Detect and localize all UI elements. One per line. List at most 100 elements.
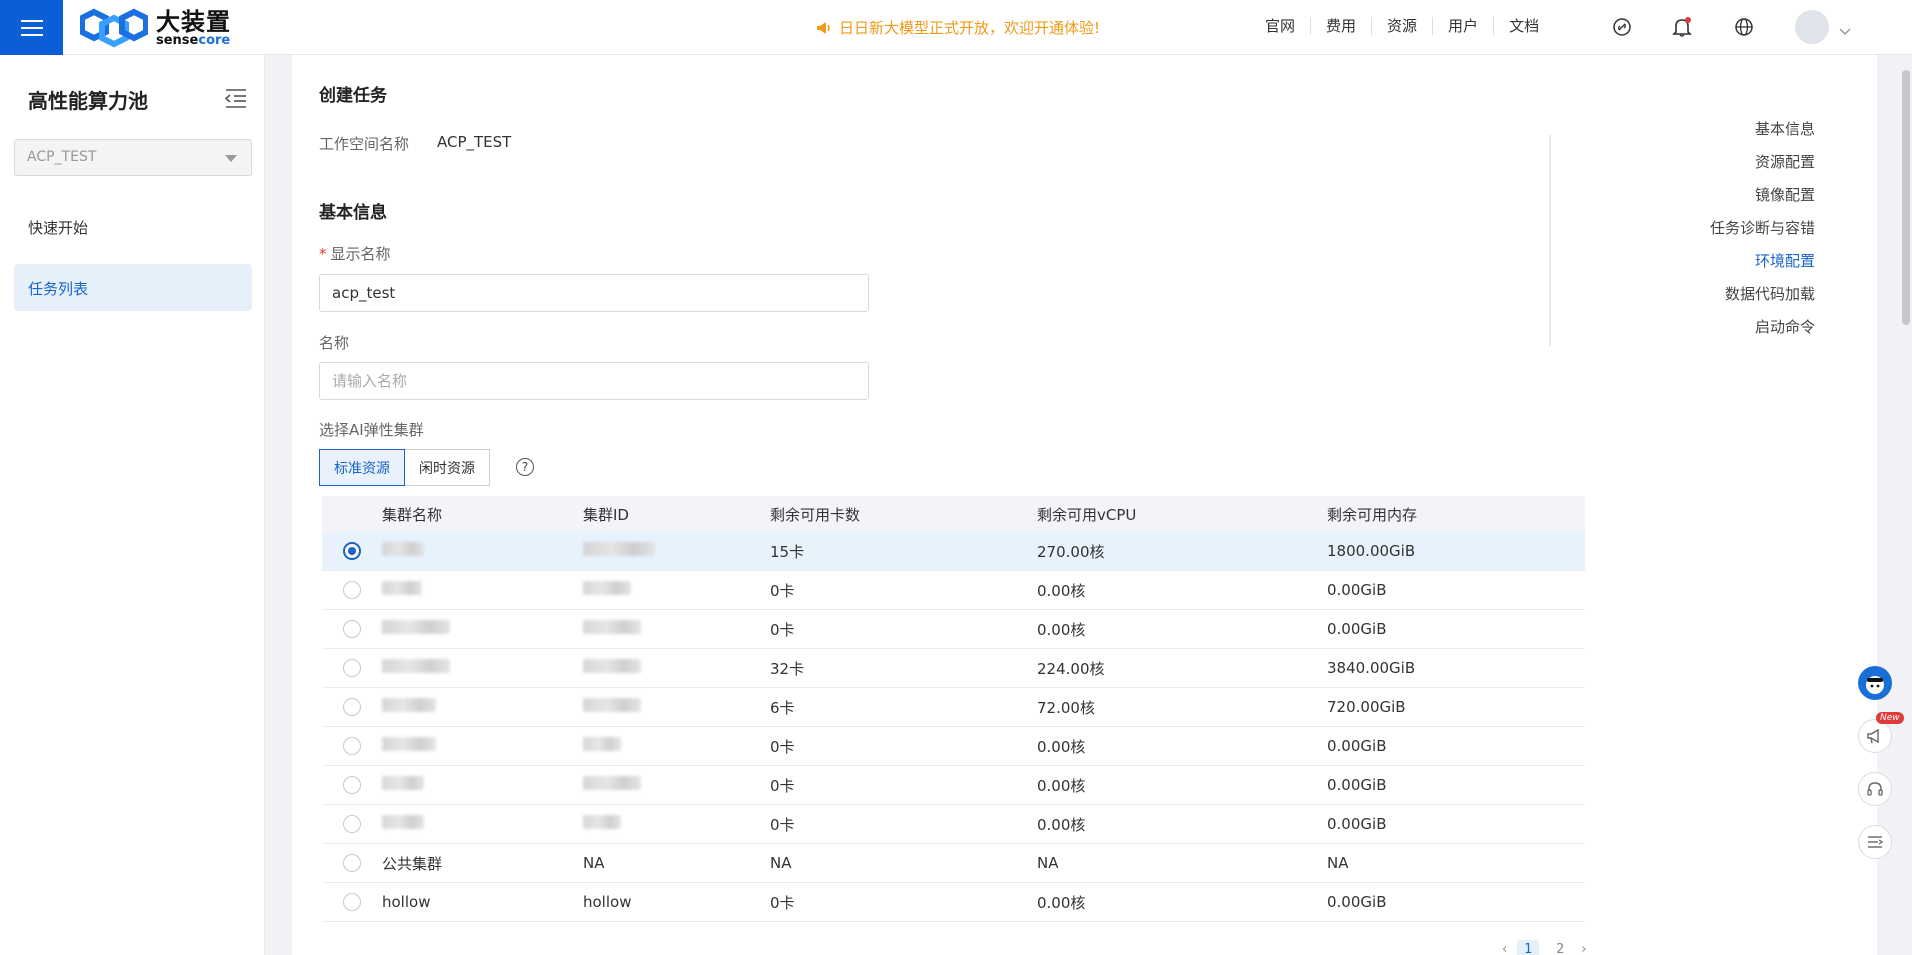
redacted-id: [583, 581, 631, 595]
redacted-id: [583, 659, 641, 673]
cell-memory: 0.00GiB: [1327, 776, 1387, 794]
nav-official-site[interactable]: 官网: [1250, 17, 1312, 35]
cell-cluster-id: hollow: [583, 893, 632, 911]
table-row[interactable]: 15卡 270.00核 1800.00GiB: [322, 532, 1585, 571]
megaphone-icon[interactable]: [1858, 719, 1892, 753]
assistant-mascot-icon[interactable]: [1858, 666, 1892, 700]
table-row[interactable]: hollow hollow 0卡 0.00核 0.00GiB: [322, 883, 1585, 922]
table-row[interactable]: 0卡 0.00核 0.00GiB: [322, 805, 1585, 844]
row-radio[interactable]: [343, 620, 361, 638]
cell-cards: 32卡: [770, 659, 805, 678]
workspace-select-value: ACP_TEST: [27, 149, 97, 165]
user-avatar[interactable]: [1795, 10, 1829, 44]
table-row[interactable]: 0卡 0.00核 0.00GiB: [322, 571, 1585, 610]
announcement-text: 日日新大模型正式开放，欢迎开通体验!: [839, 19, 1101, 37]
cell-memory: 0.00GiB: [1327, 581, 1387, 599]
sidebar: 高性能算力池 ACP_TEST 快速开始 任务列表: [0, 55, 265, 955]
cell-vcpu: 0.00核: [1037, 776, 1086, 795]
table-row[interactable]: 32卡 224.00核 3840.00GiB: [322, 649, 1585, 688]
nav-billing[interactable]: 费用: [1311, 17, 1373, 35]
collapse-sidebar-icon[interactable]: [224, 87, 248, 109]
link-icon[interactable]: [1610, 15, 1634, 39]
sidebar-item-task-list[interactable]: 任务列表: [14, 264, 252, 311]
table-row[interactable]: 0卡 0.00核 0.00GiB: [322, 766, 1585, 805]
cell-memory: 0.00GiB: [1327, 620, 1387, 638]
cell-cards: 0卡: [770, 893, 795, 912]
cell-memory: 0.00GiB: [1327, 893, 1387, 911]
help-icon[interactable]: ?: [516, 458, 534, 476]
cell-memory: 0.00GiB: [1327, 737, 1387, 755]
redacted-name: [382, 737, 436, 751]
row-radio[interactable]: [343, 659, 361, 677]
table-row[interactable]: 6卡 72.00核 720.00GiB: [322, 688, 1585, 727]
menu-list-icon[interactable]: [1858, 825, 1892, 859]
basic-info-title: 基本信息: [319, 203, 387, 223]
row-radio[interactable]: [343, 854, 361, 872]
display-name-input[interactable]: [319, 274, 869, 312]
cell-cluster-name: 公共集群: [382, 854, 443, 873]
anchor-image-config[interactable]: 镜像配置: [1710, 179, 1815, 212]
sidebar-title: 高性能算力池: [28, 89, 148, 113]
cell-cards: 6卡: [770, 698, 795, 717]
table-row[interactable]: 公共集群 NA NA NA NA: [322, 844, 1585, 883]
row-radio[interactable]: [343, 542, 361, 560]
redacted-id: [583, 542, 655, 556]
menu-button[interactable]: [0, 0, 63, 55]
cell-cluster-id: NA: [583, 854, 605, 872]
globe-icon[interactable]: [1732, 15, 1756, 39]
display-name-label: * 显示名称: [319, 245, 391, 263]
row-radio[interactable]: [343, 581, 361, 599]
tab-standard-resource[interactable]: 标准资源: [319, 449, 405, 486]
nav-users[interactable]: 用户: [1433, 17, 1495, 35]
page-1[interactable]: 1: [1517, 940, 1540, 955]
cluster-table: 集群名称 集群ID 剩余可用卡数 剩余可用vCPU 剩余可用内存 15卡 270…: [322, 496, 1585, 922]
headset-icon[interactable]: [1858, 772, 1892, 806]
chevron-down-icon[interactable]: [1838, 22, 1852, 41]
section-anchor-nav: 基本信息 资源配置 镜像配置 任务诊断与容错 环境配置 数据代码加载 启动命令: [1710, 113, 1815, 344]
tab-idle-resource[interactable]: 闲时资源: [405, 449, 490, 486]
resource-type-tabs: 标准资源 闲时资源: [319, 449, 490, 486]
nav-docs[interactable]: 文档: [1494, 17, 1554, 35]
anchor-startup-command[interactable]: 启动命令: [1710, 311, 1815, 344]
cell-memory: 720.00GiB: [1327, 698, 1406, 716]
announcement-banner[interactable]: 日日新大模型正式开放，欢迎开通体验!: [815, 17, 1100, 38]
next-page-icon[interactable]: ›: [1581, 942, 1586, 955]
nav-resources[interactable]: 资源: [1372, 17, 1434, 35]
page-2[interactable]: 2: [1549, 940, 1571, 955]
cell-vcpu: 72.00核: [1037, 698, 1095, 717]
name-input[interactable]: [319, 362, 869, 400]
cell-vcpu: 0.00核: [1037, 737, 1086, 756]
row-radio[interactable]: [343, 776, 361, 794]
cell-vcpu: 270.00核: [1037, 542, 1105, 561]
sidebar-item-label: 快速开始: [28, 219, 89, 237]
cell-memory: NA: [1327, 854, 1349, 872]
row-radio[interactable]: [343, 815, 361, 833]
brand-logo[interactable]: 大装置 sensecore: [80, 8, 231, 48]
anchor-nav-track: [1549, 135, 1551, 346]
required-mark: *: [319, 245, 327, 263]
bell-icon[interactable]: [1670, 15, 1694, 39]
row-radio[interactable]: [343, 737, 361, 755]
row-radio[interactable]: [343, 698, 361, 716]
anchor-resource-config[interactable]: 资源配置: [1710, 146, 1815, 179]
prev-page-icon[interactable]: ‹: [1502, 942, 1507, 955]
anchor-data-code-loading[interactable]: 数据代码加载: [1710, 278, 1815, 311]
table-row[interactable]: 0卡 0.00核 0.00GiB: [322, 727, 1585, 766]
cell-vcpu: 0.00核: [1037, 815, 1086, 834]
cell-cards: 0卡: [770, 737, 795, 756]
sensecore-logo-icon: [80, 8, 148, 48]
page-scrollbar[interactable]: [1902, 70, 1910, 325]
redacted-id: [583, 737, 621, 751]
cell-memory: 1800.00GiB: [1327, 542, 1416, 560]
anchor-basic-info[interactable]: 基本信息: [1710, 113, 1815, 146]
anchor-diagnosis-fault-tolerance[interactable]: 任务诊断与容错: [1710, 212, 1815, 245]
table-row[interactable]: 0卡 0.00核 0.00GiB: [322, 610, 1585, 649]
workspace-select[interactable]: ACP_TEST: [14, 139, 252, 176]
sidebar-item-label: 任务列表: [28, 280, 89, 298]
sidebar-item-quick-start[interactable]: 快速开始: [14, 203, 252, 250]
row-radio[interactable]: [343, 893, 361, 911]
anchor-env-config[interactable]: 环境配置: [1710, 245, 1815, 278]
col-cluster-id: 集群ID: [583, 505, 629, 524]
redacted-id: [583, 776, 641, 790]
brand-name-en: sensecore: [156, 32, 231, 48]
